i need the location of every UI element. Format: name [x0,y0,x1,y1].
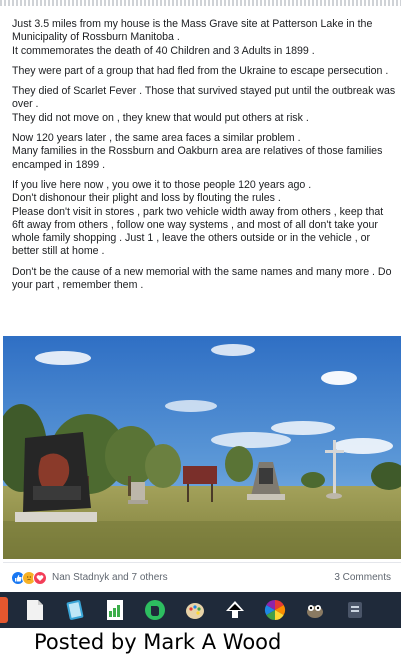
reaction-names-link[interactable]: Nan Stadnyk and 7 others [52,572,168,583]
memorial-photo[interactable] [3,336,401,559]
extra-app-icon[interactable] [342,597,368,623]
spreadsheet-icon[interactable] [102,597,128,623]
love-icon [33,570,47,585]
reactions-bar: Nan Stadnyk and 7 others 3 Comments [3,562,401,592]
post-paragraph: They were part of a group that had fled … [12,64,389,77]
comments-count-link[interactable]: 3 Comments [334,572,391,583]
evernote-icon[interactable] [142,597,168,623]
post-paragraph: They died of Scarlet Fever . Those that … [12,85,396,124]
post-text: Just 3.5 miles from my house is the Mass… [12,18,396,299]
post-paragraph: Now 120 years later , the same area face… [12,132,383,171]
gimp-icon[interactable] [302,597,328,623]
desktop-taskbar [0,592,401,628]
reaction-icons[interactable] [11,570,47,585]
post-paragraph: If you live here now , you owe it to tho… [12,178,384,258]
color-wheel-icon[interactable] [262,597,288,623]
paint-palette-icon[interactable] [182,597,208,623]
post-paragraph: Don't be the cause of a new memorial wit… [12,265,392,292]
app-icon[interactable] [0,597,8,623]
posted-by-caption: Posted by Mark A Wood [0,628,401,656]
notebook-icon[interactable] [62,597,88,623]
post-paragraph: Just 3.5 miles from my house is the Mass… [12,18,373,57]
facebook-post-card: Just 3.5 miles from my house is the Mass… [3,6,401,592]
file-icon[interactable] [22,597,48,623]
inkscape-icon[interactable] [222,597,248,623]
